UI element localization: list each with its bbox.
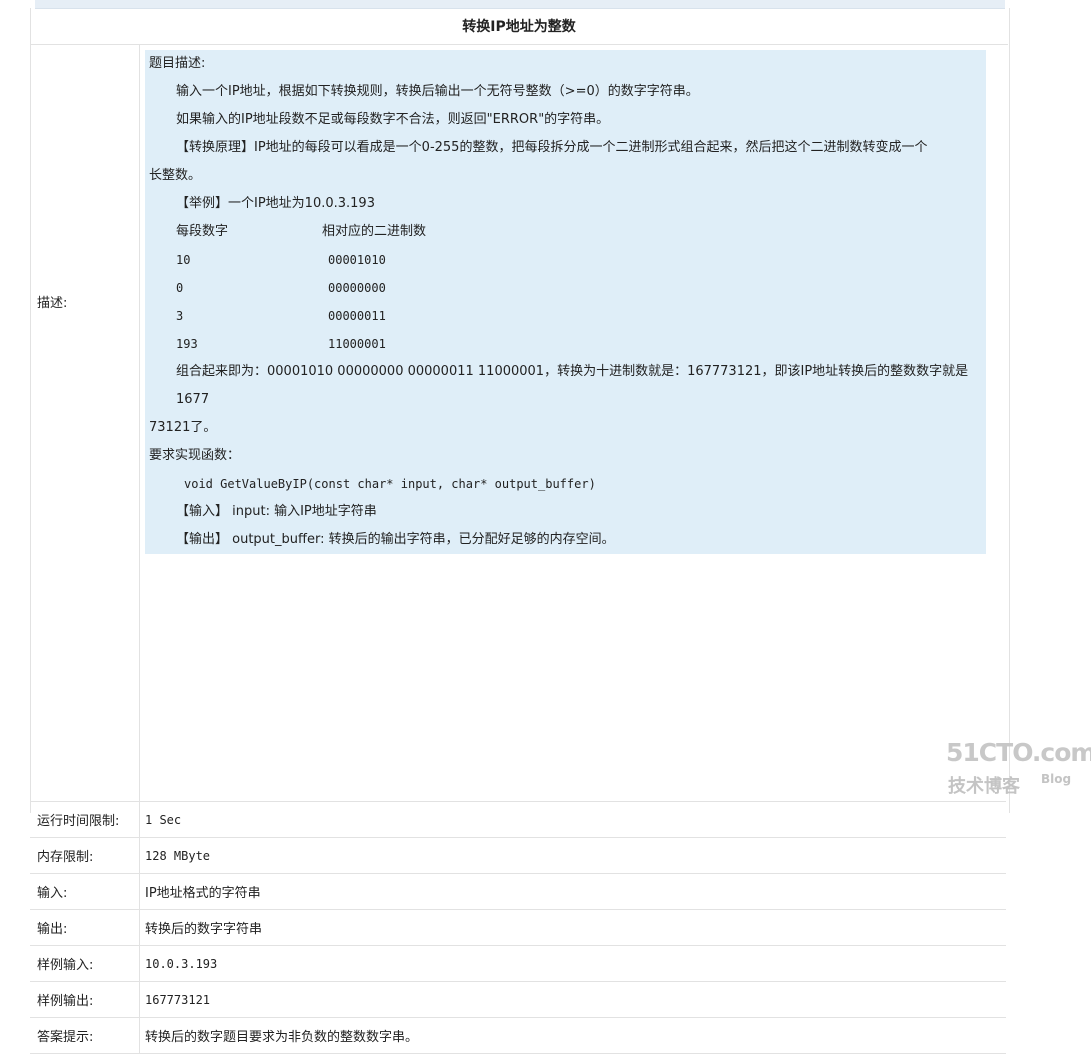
watermark-logo: 51CTO.com 技术博客 Blog xyxy=(946,738,1091,798)
time-limit-label: 运行时间限制: xyxy=(30,801,140,838)
segment-number: 3 xyxy=(176,309,184,323)
output-row: 输出: 转换后的数字字符串 xyxy=(30,909,1006,946)
watermark-blog: Blog xyxy=(1041,772,1072,786)
binary-table-row: 0 00000000 xyxy=(149,274,982,302)
principle-line2: 长整数。 xyxy=(149,168,202,183)
memory-limit-label: 内存限制: xyxy=(30,837,140,874)
binary-table-header: 每段数字 相对应的二进制数 xyxy=(149,218,982,246)
require-line: 要求实现函数： xyxy=(149,448,241,463)
description-cell: 题目描述: 输入一个IP地址，根据如下转换规则，转换后输出一个无符号整数（>=0… xyxy=(139,44,1006,802)
memory-limit-row: 内存限制: 128 MByte xyxy=(30,837,1006,874)
example-line: 【举例】一个IP地址为10.0.3.193 xyxy=(176,196,375,211)
sample-input-value: 10.0.3.193 xyxy=(139,945,1006,982)
segment-number: 10 xyxy=(176,253,191,267)
segment-binary: 00000011 xyxy=(328,309,386,323)
segment-binary: 00000000 xyxy=(328,281,386,295)
segment-number: 193 xyxy=(176,337,198,351)
watermark-site: 51CTO.com xyxy=(946,738,1091,767)
answer-hint-value: 转换后的数字题目要求为非负数的整数数字串。 xyxy=(139,1017,1006,1054)
watermark-sub: 技术博客 xyxy=(948,776,1020,797)
binary-table-row: 3 00000011 xyxy=(149,302,982,330)
input-label: 输入: xyxy=(30,873,140,910)
answer-hint-label: 答案提示: xyxy=(30,1017,140,1054)
output-value: 转换后的数字字符串 xyxy=(139,909,1006,946)
combined-line2: 73121了。 xyxy=(149,420,217,435)
description-heading: 题目描述: xyxy=(149,56,206,71)
description-para2: 如果输入的IP地址段数不足或每段数字不合法，则返回"ERROR"的字符串。 xyxy=(176,112,610,127)
sample-input-label: 样例输入: xyxy=(30,945,140,982)
binary-table-col1: 每段数字 xyxy=(176,224,229,239)
output-desc: 【输出】 output_buffer: 转换后的输出字符串，已分配好足够的内存空… xyxy=(176,532,615,547)
description-row: 描述: 题目描述: 输入一个IP地址，根据如下转换规则，转换后输出一个无符号整数… xyxy=(30,44,1006,802)
answer-hint-row: 答案提示: 转换后的数字题目要求为非负数的整数数字串。 xyxy=(30,1017,1006,1054)
binary-table-col2: 相对应的二进制数 xyxy=(322,224,427,239)
description-para1: 输入一个IP地址，根据如下转换规则，转换后输出一个无符号整数（>=0）的数字字符… xyxy=(176,84,699,99)
time-limit-row: 运行时间限制: 1 Sec xyxy=(30,801,1006,838)
binary-table-row: 10 00001010 xyxy=(149,246,982,274)
page-title: 转换IP地址为整数 xyxy=(30,8,1008,45)
input-value: IP地址格式的字符串 xyxy=(139,873,1006,910)
segment-binary: 00001010 xyxy=(328,253,386,267)
problem-table: 描述: 题目描述: 输入一个IP地址，根据如下转换规则，转换后输出一个无符号整数… xyxy=(30,44,1006,1054)
input-row: 输入: IP地址格式的字符串 xyxy=(30,873,1006,910)
time-limit-value: 1 Sec xyxy=(139,801,1006,838)
binary-table-row: 193 11000001 xyxy=(149,330,982,358)
sample-output-value: 167773121 xyxy=(139,981,1006,1018)
segment-number: 0 xyxy=(176,281,184,295)
output-label: 输出: xyxy=(30,909,140,946)
memory-limit-value: 128 MByte xyxy=(139,837,1006,874)
principle-line1: 【转换原理】IP地址的每段可以看成是一个0-255的整数，把每段拆分成一个二进制… xyxy=(176,140,928,155)
description-label: 描述: xyxy=(30,44,140,802)
combined-line1: 组合起来即为：00001010 00000000 00000011 110000… xyxy=(176,364,969,407)
segment-binary: 11000001 xyxy=(328,337,386,351)
sample-output-label: 样例输出: xyxy=(30,981,140,1018)
description-box: 题目描述: 输入一个IP地址，根据如下转换规则，转换后输出一个无符号整数（>=0… xyxy=(145,50,986,554)
input-desc: 【输入】 input: 输入IP地址字符串 xyxy=(176,504,377,519)
function-signature: void GetValueByIP(const char* input, cha… xyxy=(184,477,596,491)
sample-input-row: 样例输入: 10.0.3.193 xyxy=(30,945,1006,982)
sample-output-row: 样例输出: 167773121 xyxy=(30,981,1006,1018)
